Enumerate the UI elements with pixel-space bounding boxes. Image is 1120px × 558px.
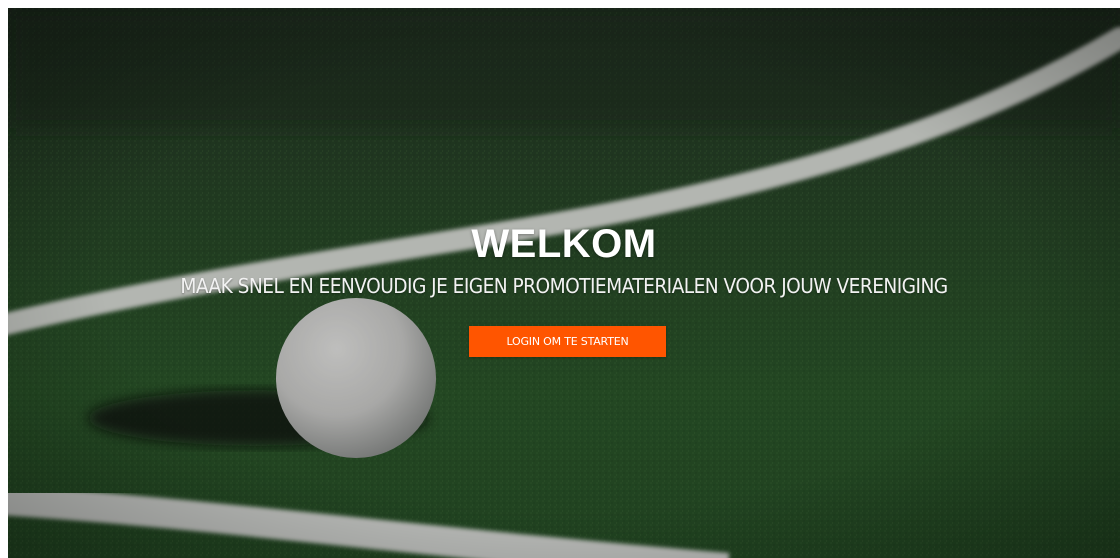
page: WELKOM MAAK SNEL EN EENVOUDIG JE EIGEN P… [0,0,1120,558]
hero-subtitle: MAAK SNEL EN EENVOUDIG JE EIGEN PROMOTIE… [180,274,948,298]
welcome-title: WELKOM [471,222,657,266]
hero-content: WELKOM MAAK SNEL EN EENVOUDIG JE EIGEN P… [8,8,1120,558]
hero-banner: WELKOM MAAK SNEL EN EENVOUDIG JE EIGEN P… [8,8,1120,558]
login-to-start-button[interactable]: LOGIN OM TE STARTEN [469,326,666,357]
